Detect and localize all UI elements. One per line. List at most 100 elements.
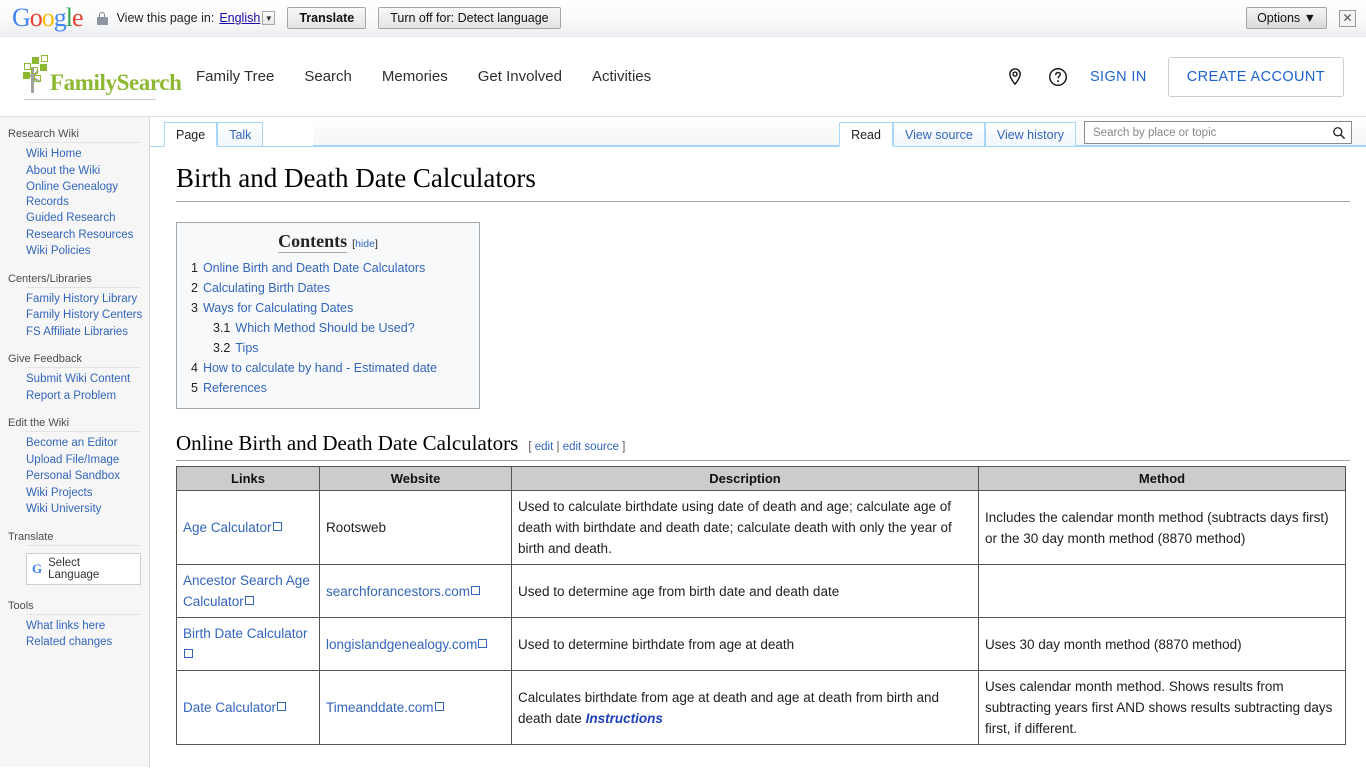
instructions-link[interactable]: Instructions bbox=[586, 711, 663, 726]
sidebar-item-upload-file-image[interactable]: Upload File/Image bbox=[26, 452, 145, 469]
edit-link[interactable]: edit bbox=[535, 441, 554, 453]
tab-talk[interactable]: Talk bbox=[217, 122, 264, 146]
sidebar-item-become-an-editor[interactable]: Become an Editor bbox=[26, 435, 145, 452]
sidebar-heading-give-feedback: Give Feedback bbox=[8, 353, 82, 365]
external-link-icon bbox=[471, 585, 481, 595]
translate-prompt: View this page in: bbox=[116, 11, 215, 25]
nav-family-tree[interactable]: Family Tree bbox=[196, 68, 274, 85]
nav-search[interactable]: Search bbox=[304, 68, 352, 85]
toc-title-row: Contents [hide] bbox=[191, 231, 465, 253]
search-input[interactable] bbox=[1091, 125, 1332, 140]
sidebar-item-personal-sandbox[interactable]: Personal Sandbox bbox=[26, 468, 145, 485]
google-g-icon: G bbox=[32, 561, 43, 576]
toc-link-3-1[interactable]: Which Method Should be Used? bbox=[235, 321, 414, 335]
sidebar-item-what-links-here[interactable]: What links here bbox=[26, 618, 145, 635]
sidebar-item-fs-affiliate-libraries[interactable]: FS Affiliate Libraries bbox=[26, 324, 145, 341]
sidebar-heading-centers-libraries: Centers/Libraries bbox=[8, 272, 92, 285]
nav-activities[interactable]: Activities bbox=[592, 68, 651, 85]
toc-hide-control[interactable]: [hide] bbox=[352, 238, 378, 250]
sidebar-item-wiki-home[interactable]: Wiki Home bbox=[26, 146, 145, 163]
sidebar-item-research-resources[interactable]: Research Resources bbox=[26, 227, 145, 244]
sidebar-item-guided-research[interactable]: Guided Research bbox=[26, 210, 145, 227]
table-header-row: Links Website Description Method bbox=[176, 466, 1346, 491]
cell-description: Used to determine birthdate from age at … bbox=[511, 617, 979, 671]
column-header-links: Links bbox=[176, 466, 320, 491]
edit-source-link[interactable]: edit source bbox=[563, 441, 619, 453]
select-language-dropdown[interactable]: G Select Language bbox=[26, 552, 141, 585]
toc-list: 1 Online Birth and Death Date Calculators… bbox=[191, 258, 465, 398]
row-website-timeanddate[interactable]: Timeanddate.com bbox=[326, 700, 434, 715]
cell-website: Timeanddate.com bbox=[319, 670, 512, 745]
sidebar-item-wiki-projects[interactable]: Wiki Projects bbox=[26, 485, 145, 502]
create-account-button[interactable]: CREATE ACCOUNT bbox=[1167, 56, 1344, 97]
toc-heading: Contents bbox=[278, 231, 348, 253]
close-icon[interactable]: ✕ bbox=[1339, 9, 1356, 27]
external-link-icon bbox=[184, 649, 193, 658]
wiki-search-box[interactable] bbox=[1084, 121, 1352, 144]
sidebar-group-edit-the-wiki: Become an Editor Upload File/Image Perso… bbox=[0, 435, 149, 518]
familysearch-logo[interactable]: FamilySearch bbox=[22, 53, 182, 101]
primary-nav: Family Tree Search Memories Get Involved… bbox=[196, 68, 651, 85]
calculators-table: Links Website Description Method Age Cal… bbox=[176, 466, 1346, 745]
tab-view-source[interactable]: View source bbox=[892, 122, 985, 146]
external-link-icon bbox=[244, 596, 254, 605]
content-column: Page Talk Read View source View history … bbox=[150, 117, 1366, 767]
cell-link: Age Calculator bbox=[176, 490, 320, 565]
toc-link-5[interactable]: References bbox=[203, 381, 267, 395]
toc-link-3[interactable]: Ways for Calculating Dates bbox=[203, 301, 353, 315]
question-circle-icon[interactable] bbox=[1047, 66, 1069, 88]
cell-method: Uses calendar month method. Shows result… bbox=[978, 670, 1346, 745]
sidebar-item-report-a-problem[interactable]: Report a Problem bbox=[26, 388, 145, 405]
toc-item: 4 How to calculate by hand - Estimated da… bbox=[191, 361, 438, 375]
toc-link-3-2[interactable]: Tips bbox=[235, 341, 258, 355]
search-icon[interactable] bbox=[1332, 126, 1346, 140]
row-link-date-calculator[interactable]: Date Calculator bbox=[183, 700, 276, 715]
sign-in-link[interactable]: SIGN IN bbox=[1090, 69, 1147, 85]
table-row: Ancestor Search Age Calculator searchfor… bbox=[176, 564, 1346, 618]
row-link-birth-date-calculator[interactable]: Birth Date Calculator bbox=[183, 626, 308, 641]
toc-item: 3 Ways for Calculating Dates bbox=[191, 301, 354, 315]
sidebar-item-wiki-university[interactable]: Wiki University bbox=[26, 501, 145, 518]
sidebar-item-related-changes[interactable]: Related changes bbox=[26, 634, 145, 651]
page-tabs-bar: Page Talk Read View source View history bbox=[150, 117, 1366, 147]
sidebar-item-family-history-library[interactable]: Family History Library bbox=[26, 291, 145, 308]
tab-view-history[interactable]: View history bbox=[984, 122, 1076, 146]
toc-link-2[interactable]: Calculating Birth Dates bbox=[203, 281, 330, 295]
toc-link-4[interactable]: How to calculate by hand - Estimated dat… bbox=[203, 361, 437, 375]
nav-memories[interactable]: Memories bbox=[382, 68, 448, 85]
table-row: Age Calculator Rootsweb Used to calculat… bbox=[176, 490, 1346, 565]
toc-link-1[interactable]: Online Birth and Death Date Calculators bbox=[203, 261, 425, 275]
sidebar-item-wiki-policies[interactable]: Wiki Policies bbox=[26, 243, 145, 260]
row-website-searchforancestors[interactable]: searchforancestors.com bbox=[326, 584, 470, 599]
column-header-method: Method bbox=[978, 466, 1346, 491]
external-link-icon bbox=[478, 638, 488, 648]
cell-method: Includes the calendar month method (subt… bbox=[978, 490, 1346, 565]
sidebar-item-submit-wiki-content[interactable]: Submit Wiki Content bbox=[26, 371, 145, 388]
sidebar-heading-tools: Tools bbox=[8, 599, 34, 612]
sidebar-item-about-the-wiki[interactable]: About the Wiki bbox=[26, 163, 145, 180]
translate-language-link[interactable]: English bbox=[219, 11, 260, 25]
translate-button[interactable]: Translate bbox=[287, 7, 367, 29]
cell-description: Used to determine age from birth date an… bbox=[511, 564, 979, 618]
sidebar-item-online-genealogy-records[interactable]: Online Genealogy Records bbox=[26, 179, 145, 210]
chevron-down-icon[interactable]: ▼ bbox=[262, 11, 276, 25]
table-row: Date Calculator Timeanddate.com Calculat… bbox=[176, 670, 1346, 745]
familysearch-wordmark: FamilySearch bbox=[50, 69, 182, 95]
location-pin-icon[interactable] bbox=[1004, 66, 1026, 88]
lock-icon bbox=[96, 11, 108, 25]
nav-get-involved[interactable]: Get Involved bbox=[478, 68, 562, 85]
page-actions: Read View source View history bbox=[839, 121, 1352, 147]
row-website-longislandgenealogy[interactable]: longislandgenealogy.com bbox=[326, 637, 477, 652]
tab-read[interactable]: Read bbox=[839, 122, 893, 147]
cell-link: Birth Date Calculator bbox=[176, 617, 320, 671]
turn-off-translate-button[interactable]: Turn off for: Detect language bbox=[378, 7, 561, 29]
sidebar-heading-edit-the-wiki: Edit the Wiki bbox=[8, 417, 70, 429]
column-header-website: Website bbox=[319, 466, 512, 491]
sidebar-item-family-history-centers[interactable]: Family History Centers bbox=[26, 307, 145, 324]
row-link-age-calculator[interactable]: Age Calculator bbox=[183, 520, 272, 535]
translate-options-button[interactable]: Options ▼ bbox=[1246, 7, 1327, 29]
tab-page[interactable]: Page bbox=[164, 122, 218, 147]
cell-website: longislandgenealogy.com bbox=[319, 617, 512, 671]
site-header: FamilySearch Family Tree Search Memories… bbox=[0, 37, 1366, 117]
cell-website: searchforancestors.com bbox=[319, 564, 512, 618]
